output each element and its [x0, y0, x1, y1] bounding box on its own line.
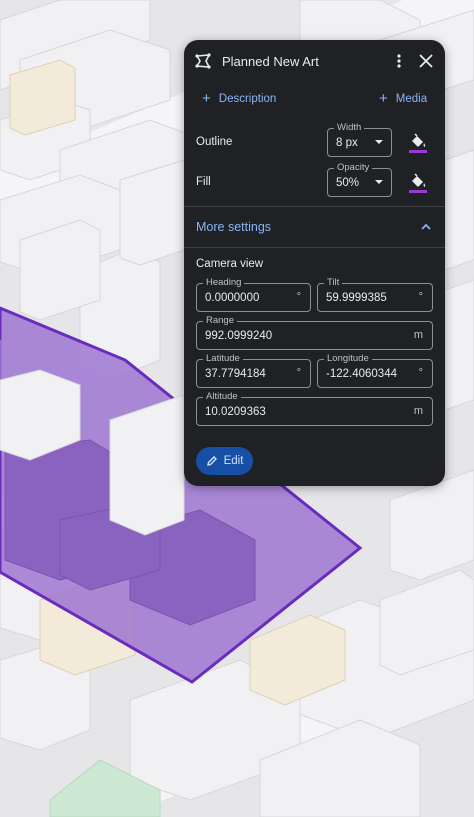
latitude-value: 37.7794184 [205, 368, 266, 380]
more-vert-icon[interactable] [390, 52, 408, 70]
divider [184, 206, 445, 207]
width-legend: Width [334, 122, 365, 134]
add-media-button[interactable]: + Media [379, 90, 427, 107]
range-field[interactable]: Range 992.0999240 m [196, 315, 433, 350]
outline-width-select[interactable]: Width 8 px [327, 122, 392, 157]
camera-view-heading: Camera view [196, 258, 264, 270]
panel-title: Planned New Art [222, 54, 319, 69]
altitude-unit: m [413, 405, 423, 417]
add-icon: + [202, 90, 211, 107]
latitude-unit: ° [296, 367, 301, 379]
chevron-down-icon [375, 180, 383, 184]
chevron-down-icon [375, 140, 383, 144]
outline-label: Outline [196, 136, 233, 148]
altitude-value: 10.0209363 [205, 406, 266, 418]
heading-field[interactable]: Heading 0.0000000 ° [196, 277, 311, 312]
altitude-legend: Altitude [203, 391, 241, 403]
tilt-unit: ° [418, 291, 423, 303]
tilt-value: 59.9999385 [326, 292, 387, 304]
heading-value: 0.0000000 [205, 292, 260, 304]
fill-bucket-icon [409, 173, 427, 193]
fill-color-button[interactable] [408, 172, 428, 194]
longitude-unit: ° [418, 367, 423, 379]
range-unit: m [413, 329, 423, 341]
polygon-shape-icon [194, 52, 212, 70]
longitude-legend: Longitude [324, 353, 372, 365]
opacity-value: 50% [336, 177, 360, 189]
feature-editor-panel: Planned New Art + Description + Media Ou… [184, 40, 445, 486]
opacity-legend: Opacity [334, 162, 373, 174]
edit-button[interactable]: Edit [196, 447, 253, 475]
heading-legend: Heading [203, 277, 245, 289]
longitude-value: -122.4060344 [326, 368, 397, 380]
range-value: 992.0999240 [205, 330, 273, 342]
add-description-button[interactable]: + Description [202, 90, 276, 107]
range-legend: Range [203, 315, 237, 327]
add-description-label: Description [218, 92, 277, 105]
edit-label: Edit [223, 455, 244, 467]
add-media-label: Media [395, 92, 428, 105]
add-icon: + [379, 90, 388, 107]
more-settings-label: More settings [196, 220, 272, 234]
divider [184, 247, 445, 248]
outline-color-button[interactable] [408, 132, 428, 154]
chevron-up-icon [419, 220, 433, 239]
latitude-field[interactable]: Latitude 37.7794184 ° [196, 353, 311, 388]
latitude-legend: Latitude [203, 353, 243, 365]
width-value: 8 px [336, 137, 358, 149]
close-icon[interactable] [417, 52, 435, 70]
heading-unit: ° [296, 291, 301, 303]
pencil-icon [206, 455, 218, 467]
altitude-field[interactable]: Altitude 10.0209363 m [196, 391, 433, 426]
fill-label: Fill [196, 176, 211, 188]
tilt-field[interactable]: Tilt 59.9999385 ° [317, 277, 433, 312]
fill-bucket-icon [409, 133, 427, 153]
tilt-legend: Tilt [324, 277, 343, 289]
fill-opacity-select[interactable]: Opacity 50% [327, 162, 392, 197]
longitude-field[interactable]: Longitude -122.4060344 ° [317, 353, 433, 388]
more-settings-toggle[interactable]: More settings [196, 218, 433, 238]
